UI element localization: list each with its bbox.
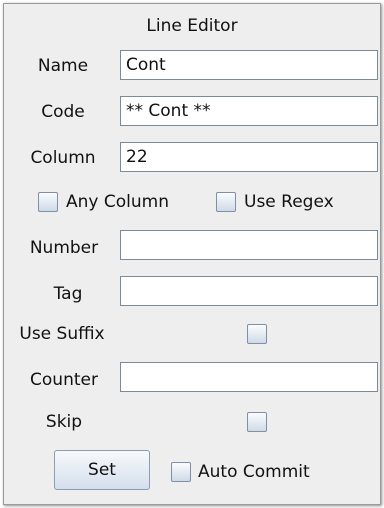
any-column-checkbox[interactable] [38, 192, 58, 212]
use-suffix-checkbox[interactable] [247, 324, 267, 344]
name-field[interactable]: Cont [120, 50, 378, 80]
use-regex-label: Use Regex [244, 192, 334, 212]
counter-label: Counter [30, 370, 98, 390]
line-editor-panel: Line Editor Name Cont Code ** Cont ** Co… [3, 3, 381, 505]
code-field[interactable]: ** Cont ** [120, 96, 378, 126]
skip-checkbox[interactable] [247, 412, 267, 432]
auto-commit-checkbox[interactable] [171, 462, 191, 482]
set-button[interactable]: Set [54, 450, 150, 490]
column-field[interactable]: 22 [120, 142, 378, 172]
number-field[interactable] [120, 230, 378, 260]
counter-field[interactable] [120, 362, 378, 392]
name-label: Name [37, 56, 89, 76]
column-label: Column [30, 148, 96, 168]
panel-title: Line Editor [146, 16, 238, 36]
number-label: Number [29, 238, 99, 258]
auto-commit-label: Auto Commit [198, 462, 310, 482]
skip-label: Skip [45, 412, 83, 432]
tag-field[interactable] [120, 276, 378, 306]
use-suffix-label: Use Suffix [19, 324, 105, 344]
code-label: Code [41, 102, 85, 122]
use-regex-checkbox[interactable] [216, 192, 236, 212]
tag-label: Tag [53, 284, 83, 304]
any-column-label: Any Column [66, 192, 169, 212]
